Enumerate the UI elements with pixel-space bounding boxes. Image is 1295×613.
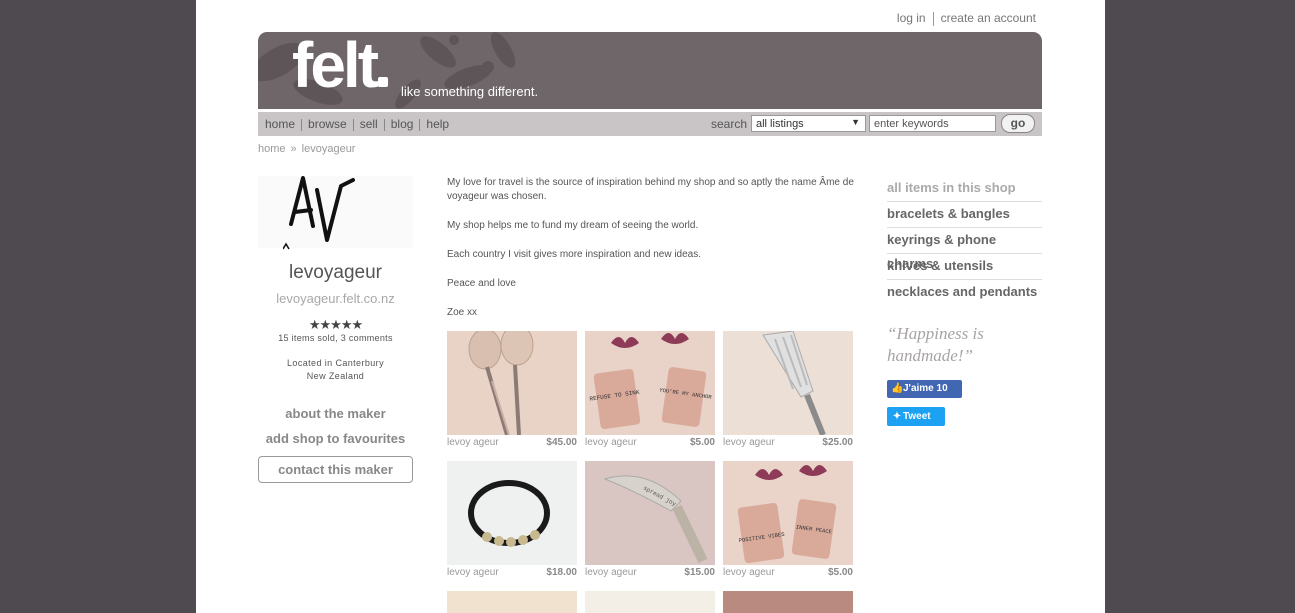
breadcrumb-current[interactable]: levoyageur	[302, 143, 356, 155]
listing-meta: levoy ageur $5.00	[585, 437, 715, 451]
listing-card[interactable]: levoy ageur $45.00	[447, 331, 577, 451]
go-button[interactable]: go	[1001, 114, 1035, 133]
listing-seller[interactable]: levoy ageur	[585, 567, 637, 578]
nav-help[interactable]: help	[426, 117, 449, 131]
description-paragraph: Zoe xx	[447, 307, 478, 318]
facebook-like-button[interactable]: 👍J'aime 10	[887, 380, 962, 398]
listing-image-partial[interactable]	[447, 591, 577, 613]
listing-card[interactable]	[447, 591, 577, 613]
listing-seller[interactable]: levoy ageur	[447, 437, 499, 448]
listing-price: $5.00	[827, 567, 853, 578]
listing-price: $18.00	[546, 567, 577, 578]
divider	[419, 118, 421, 131]
thumbs-up-icon: 👍	[891, 383, 904, 394]
divider	[352, 118, 354, 131]
shop-url[interactable]: levoyageur.felt.co.nz	[258, 291, 413, 306]
breadcrumb-separator: »	[290, 143, 297, 155]
listing-price: $45.00	[546, 437, 577, 448]
listing-card[interactable]	[723, 591, 853, 613]
contact-maker-button[interactable]: contact this maker	[258, 456, 413, 483]
listing-image-spoons[interactable]	[447, 331, 577, 435]
main-nav: home browse sell blog help	[265, 117, 449, 131]
category-necklaces[interactable]: necklaces and pendants	[887, 280, 1042, 305]
listing-price: $15.00	[684, 567, 715, 578]
listing-seller[interactable]: levoy ageur	[723, 437, 775, 448]
location-line: Located in Canterbury	[287, 358, 384, 368]
category-sidebar: all items in this shop bracelets & bangl…	[887, 176, 1042, 426]
description-paragraph: My shop helps me to fund my dream of see…	[447, 220, 699, 231]
account-links: log in create an account	[897, 11, 1036, 26]
listing-price: $5.00	[689, 437, 715, 448]
felt-logo[interactable]: felt	[292, 32, 388, 102]
search-input[interactable]: enter keywords	[869, 115, 996, 132]
divider	[301, 118, 303, 131]
twitter-bird-icon: ✦	[892, 411, 902, 422]
page: log in create an account felt like someth…	[196, 0, 1105, 613]
listing-card[interactable]: REFUSE TO SINK YOU'RE MY ANCHOR levoy ag…	[585, 331, 715, 451]
listing-image-anchor-tags[interactable]: REFUSE TO SINK YOU'RE MY ANCHOR	[585, 331, 715, 435]
description-paragraph: Peace and love	[447, 278, 516, 289]
description-paragraph: My love for travel is the source of insp…	[447, 177, 854, 202]
listing-meta: levoy ageur $15.00	[585, 567, 715, 581]
about-maker-link[interactable]: about the maker	[258, 406, 413, 421]
nav-browse[interactable]: browse	[308, 117, 347, 131]
shop-avatar	[258, 176, 413, 250]
listing-seller[interactable]: levoy ageur	[447, 567, 499, 578]
listing-meta: levoy ageur $5.00	[723, 567, 853, 581]
listing-price: $25.00	[822, 437, 853, 448]
listing-card[interactable]	[585, 591, 715, 613]
shop-description: My love for travel is the source of insp…	[447, 176, 857, 335]
header-banner: felt like something different.	[258, 32, 1042, 109]
breadcrumb: home » levoyageur	[258, 143, 355, 155]
signature-logo	[283, 176, 355, 250]
divider	[383, 118, 385, 131]
listing-meta: levoy ageur $18.00	[447, 567, 577, 581]
listing-card[interactable]: spread joy levoy ageur $15.00	[585, 461, 715, 581]
shop-quote: “Happiness is handmade!”	[887, 324, 984, 365]
breadcrumb-home[interactable]: home	[258, 143, 286, 155]
listing-image-partial[interactable]	[585, 591, 715, 613]
divider	[932, 11, 934, 26]
listing-meta: levoy ageur $45.00	[447, 437, 577, 451]
nav-sell[interactable]: sell	[360, 117, 378, 131]
nav-blog[interactable]: blog	[391, 117, 414, 131]
create-account-link[interactable]: create an account	[941, 11, 1036, 25]
listing-image-partial[interactable]	[723, 591, 853, 613]
listing-meta: levoy ageur $25.00	[723, 437, 853, 451]
listing-card[interactable]: POSITIVE VIBES INNER PEACE levoy ageur $…	[723, 461, 853, 581]
description-paragraph: Each country I visit gives more inspirat…	[447, 249, 702, 260]
listing-image-knife[interactable]: spread joy	[585, 461, 715, 565]
dropdown-arrow-icon: ▼	[851, 117, 860, 127]
nav-bar: home browse sell blog help search all listin…	[258, 112, 1042, 136]
listing-seller[interactable]: levoy ageur	[585, 437, 637, 448]
listing-image-bracelet[interactable]	[447, 461, 577, 565]
nav-home[interactable]: home	[265, 117, 295, 131]
listing-card[interactable]: levoy ageur $25.00	[723, 331, 853, 451]
shop-name: levoyageur	[289, 262, 382, 283]
tweet-button[interactable]: ✦ Tweet	[887, 407, 945, 426]
search-scope-select[interactable]: all listings ▼	[751, 115, 866, 132]
sales-count: 15 items sold, 3 comments	[278, 333, 393, 343]
add-favourite-link[interactable]: add shop to favourites	[258, 431, 413, 446]
shop-profile: levoyageur levoyageur.felt.co.nz ★★★★★ 1…	[258, 176, 413, 483]
category-keyrings[interactable]: keyrings & phone charms	[887, 228, 1042, 271]
shop-location: Located in Canterbury New Zealand	[258, 357, 413, 383]
category-knives[interactable]: knives & utensils	[887, 254, 1042, 280]
login-link[interactable]: log in	[897, 11, 926, 25]
category-bracelets[interactable]: bracelets & bangles	[887, 202, 1042, 228]
category-all-items[interactable]: all items in this shop	[887, 176, 1042, 202]
rating-stars-icon: ★★★★★	[308, 317, 363, 332]
listing-card[interactable]: levoy ageur $18.00	[447, 461, 577, 581]
listing-image-server[interactable]	[723, 331, 853, 435]
listing-seller[interactable]: levoy ageur	[723, 567, 775, 578]
search-label: search	[711, 117, 748, 131]
location-line: New Zealand	[306, 371, 365, 381]
tagline: like something different.	[401, 84, 539, 99]
listing-image-om-tags[interactable]: POSITIVE VIBES INNER PEACE	[723, 461, 853, 565]
